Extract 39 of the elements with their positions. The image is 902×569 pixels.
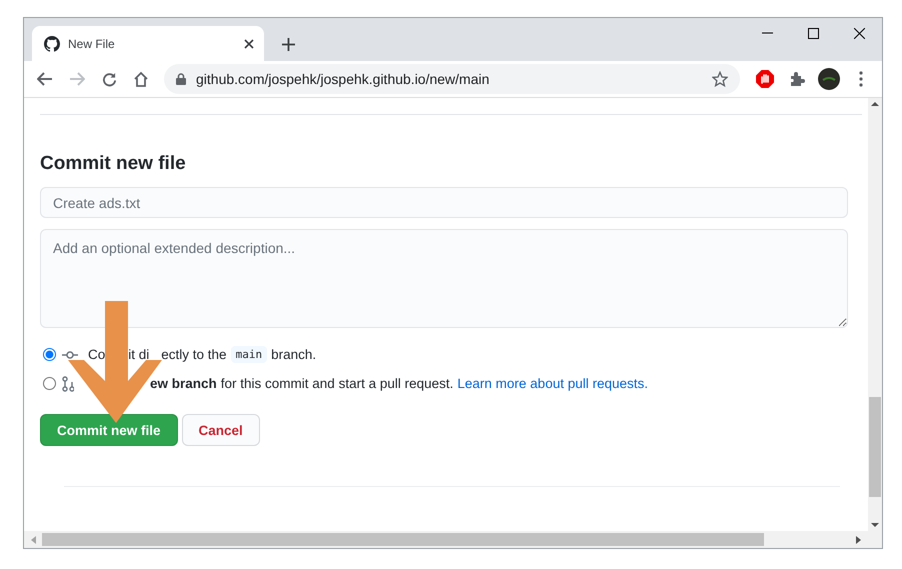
url-text: github.com/jospehk/jospehk.github.io/new/main [196,71,490,87]
close-icon[interactable] [244,38,254,48]
branch-icon [62,376,74,392]
option-text: Co [88,347,106,362]
tab-title: New File [68,36,116,50]
scrollbar-thumb[interactable] [42,533,764,546]
address-bar[interactable]: github.com/jospehk/jospehk.github.io/new/main [164,64,740,94]
branch-code: main [230,346,268,363]
description-field[interactable]: Add an optional extended description... [40,229,848,328]
close-icon[interactable] [854,28,864,38]
cancel-button[interactable]: Cancel [182,414,260,446]
minimize-icon[interactable] [762,32,772,34]
commit-button[interactable]: Commit new file [40,414,178,446]
option-text: branch. [271,347,316,362]
scrollbar-thumb[interactable] [869,397,881,497]
option-radio[interactable] [43,377,56,390]
star-icon[interactable] [712,71,728,87]
section-heading: Commit new file [40,153,187,175]
option-text: ew branch [150,376,217,391]
back-icon[interactable] [37,72,53,86]
puzzle-icon[interactable] [789,71,805,87]
stop-hand-icon[interactable] [756,70,774,88]
plus-icon[interactable] [282,38,294,50]
avatar-icon[interactable] [818,68,840,90]
browser-tab[interactable]: New File [32,26,264,61]
reload-icon[interactable] [102,72,116,86]
home-icon[interactable] [133,71,149,87]
option-text: for this commit and start a pull request. [220,376,454,391]
commit-icon [62,350,78,360]
maximize-icon[interactable] [808,28,818,38]
summary-field[interactable]: Create ads.txt [40,187,848,218]
pull-requests-link[interactable]: Learn more about pull requests. [457,376,648,391]
menu-icon[interactable] [859,71,863,87]
option-text: ectly to the [161,347,227,362]
scroll-right-icon[interactable] [856,536,862,544]
option-text: it di [128,347,150,362]
github-icon [44,36,60,52]
lock-icon [176,73,186,85]
option-radio[interactable] [43,348,56,361]
